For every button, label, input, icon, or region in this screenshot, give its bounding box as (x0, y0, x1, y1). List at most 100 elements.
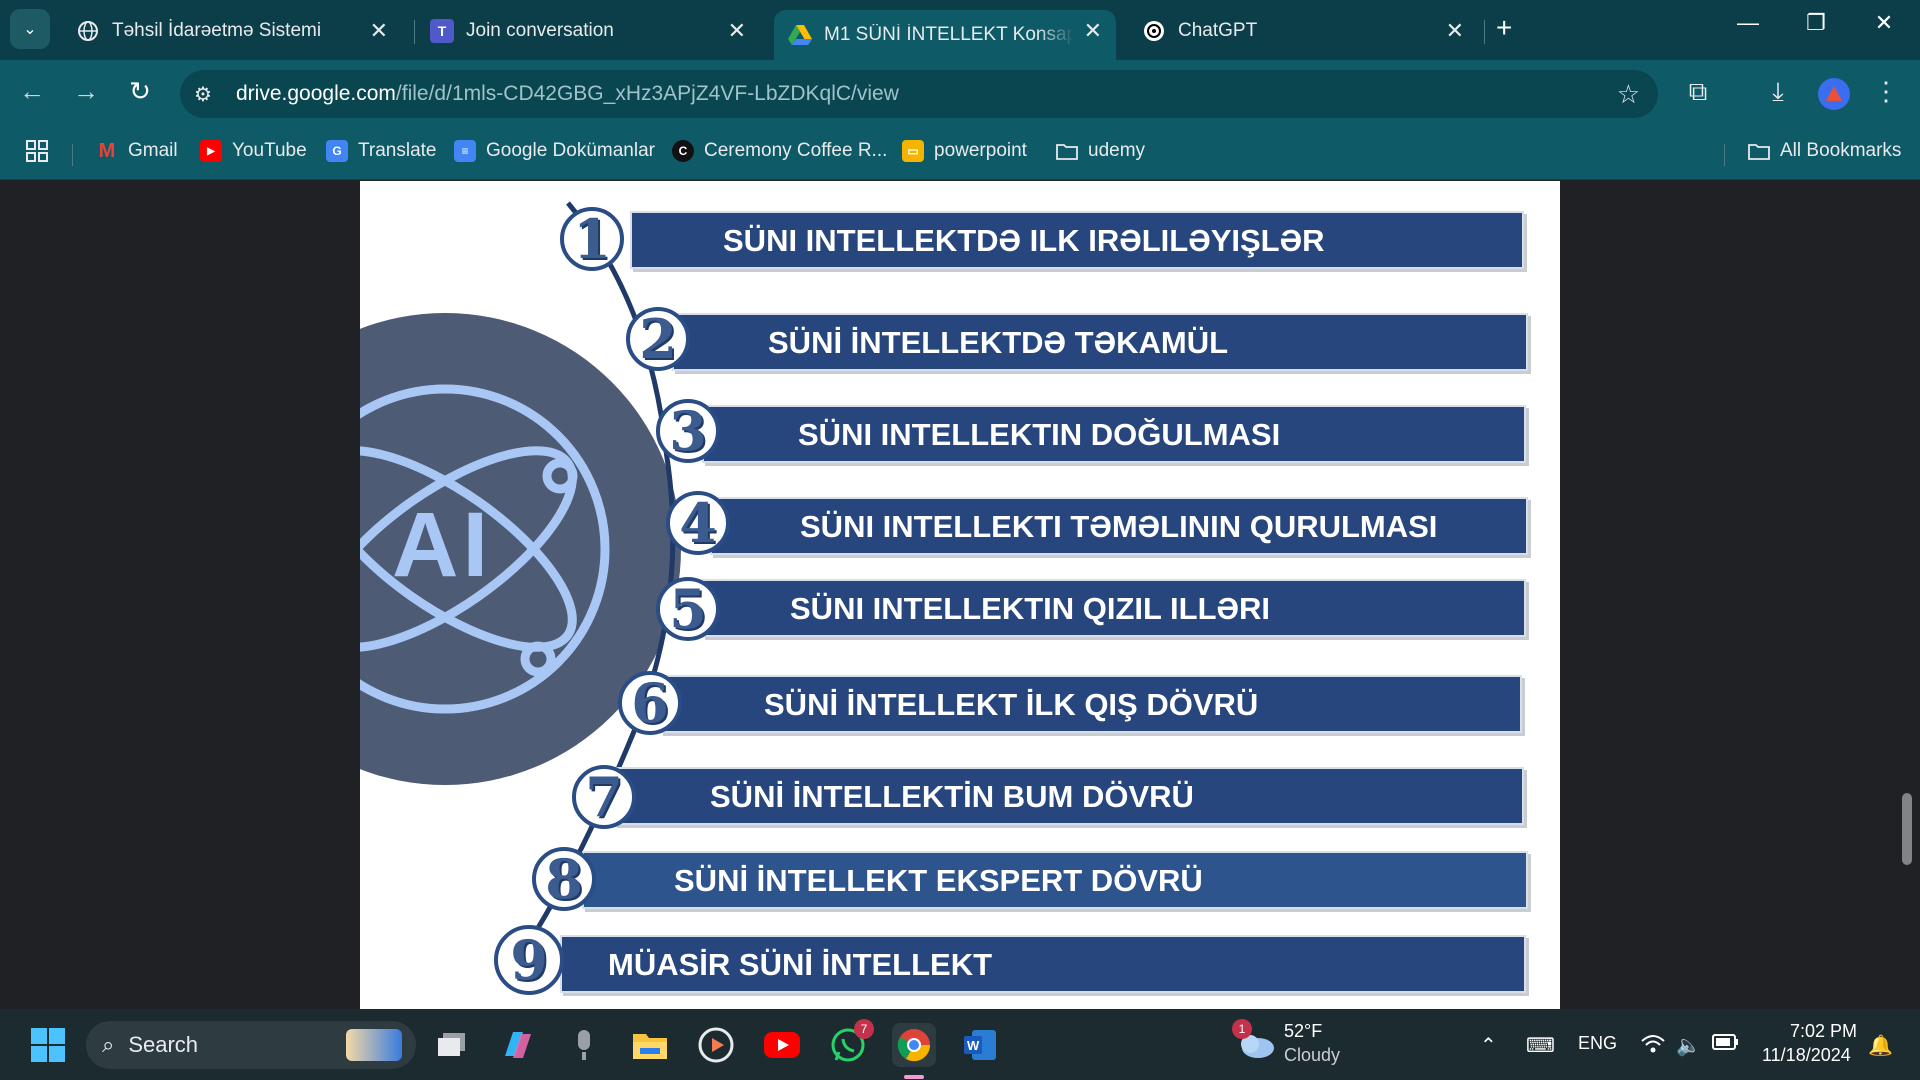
avatar-icon (1826, 86, 1842, 101)
word-icon[interactable]: W (958, 1023, 1002, 1067)
timeline-item-4-text: SÜNI INTELLEKTI TƏMƏLININ QURULMASI (800, 509, 1438, 544)
tab-title: Join conversation (466, 20, 614, 41)
battery-icon[interactable] (1712, 1033, 1740, 1057)
google-drive-icon (788, 23, 812, 47)
timeline-number-3: 3 (656, 399, 720, 463)
weather-cloudy-icon[interactable]: 1 (1232, 1019, 1278, 1067)
tab-divider (414, 20, 415, 44)
tab-title: M1 SÜNİ İNTELLEKT Konsapsiya (824, 24, 1074, 45)
taskbar-search[interactable]: ⌕ Search (86, 1021, 416, 1069)
timeline-item-6-text: SÜNİ İNTELLEKT İLK QIŞ DÖVRÜ (764, 687, 1259, 722)
tab-join-conversation[interactable]: T Join conversation ✕ (416, 10, 760, 52)
tab-title: ChatGPT (1178, 20, 1258, 41)
close-icon[interactable]: ✕ (370, 18, 388, 44)
apps-grid-icon[interactable] (26, 140, 48, 162)
bookmark-label: Gmail (128, 140, 178, 161)
bookmark-star-icon[interactable]: ☆ (1617, 79, 1640, 110)
globe-icon (76, 19, 100, 43)
extensions-icon[interactable]: ⧉ (1680, 76, 1716, 108)
bookmark-gmail[interactable]: M Gmail (96, 140, 178, 162)
tab-search-button[interactable]: ⌄ (10, 9, 50, 49)
youtube-icon: ▶ (200, 140, 222, 162)
timeline-number-9: 9 (494, 925, 564, 995)
site-settings-icon[interactable]: ⚙ (194, 82, 212, 107)
bookmark-label: udemy (1088, 140, 1146, 161)
youtube-app-icon[interactable] (760, 1023, 804, 1067)
restore-icon[interactable]: ❐ (1796, 10, 1836, 36)
bookmark-powerpoint[interactable]: ▭ powerpoint (902, 140, 1027, 162)
ai-logo-text: AI (392, 494, 492, 596)
bookmark-udemy[interactable]: udemy (1056, 140, 1145, 162)
volume-icon[interactable]: 🔈 (1676, 1033, 1701, 1058)
back-arrow-icon[interactable]: ← (14, 76, 50, 107)
url-text[interactable]: drive.google.com/file/d/1mls-CD42GBG_xHz… (236, 82, 899, 106)
bookmark-divider (72, 144, 73, 166)
translate-icon: G (326, 140, 348, 162)
close-icon[interactable]: ✕ (728, 18, 746, 44)
slide-page: AI SÜNI INTELLEKTDƏ ILK IRƏLILƏYIŞLƏR SÜ… (360, 181, 1560, 1009)
teams-icon: T (430, 19, 454, 43)
tab-tehsil[interactable]: Təhsil İdarəetmə Sistemi ✕ (62, 10, 402, 52)
chrome-active-indicator (904, 1075, 924, 1079)
weather-condition: Cloudy (1284, 1045, 1341, 1065)
whatsapp-badge: 7 (854, 1019, 874, 1039)
wifi-icon[interactable] (1640, 1033, 1666, 1061)
ceremony-icon: C (672, 140, 694, 162)
notification-bell-icon[interactable]: 🔔 (1868, 1033, 1893, 1058)
bookmark-divider (1724, 144, 1725, 166)
tab-chatgpt[interactable]: ChatGPT ✕ (1128, 10, 1478, 52)
language-indicator[interactable]: ENG (1578, 1033, 1617, 1054)
bookmark-label: YouTube (232, 140, 307, 161)
timeline-item-5-text: SÜNI INTELLEKTIN QIZIL ILLƏRI (790, 591, 1271, 626)
bookmark-google-dokumanlar[interactable]: ≡ Google Dokümanlar (454, 140, 655, 162)
file-explorer-icon[interactable] (628, 1023, 672, 1067)
chrome-icon[interactable] (892, 1023, 936, 1067)
slides-icon: ▭ (902, 140, 924, 162)
chevron-up-icon[interactable]: ⌃ (1480, 1033, 1497, 1058)
close-icon[interactable]: ✕ (1084, 18, 1102, 44)
whatsapp-icon[interactable]: 7 (826, 1019, 874, 1067)
bookmark-label: Translate (358, 140, 437, 161)
timeline-number-2: 2 (626, 307, 690, 371)
reload-icon[interactable]: ↻ (122, 76, 158, 107)
bookmark-translate[interactable]: G Translate (326, 140, 437, 162)
profile-avatar[interactable] (1818, 78, 1850, 110)
timeline-item-1-text: SÜNI INTELLEKTDƏ ILK IRƏLILƏYIŞLƏR (723, 223, 1325, 258)
docs-icon: ≡ (454, 140, 476, 162)
windows-taskbar: ⌕ Search 7 W 1 52°F Cloudy ⌃ ⌨ ENG 🔈 7:0… (0, 1009, 1920, 1080)
all-bookmarks-button[interactable]: All Bookmarks (1748, 140, 1901, 162)
gmail-icon: M (98, 139, 116, 162)
clock-date[interactable]: 11/18/2024 (1762, 1045, 1851, 1066)
close-icon[interactable]: ✕ (1446, 18, 1464, 44)
task-view-icon[interactable] (430, 1023, 474, 1067)
bookmark-label: powerpoint (934, 140, 1027, 161)
timeline-number-1: 1 (560, 207, 624, 271)
folder-icon (1748, 140, 1770, 162)
timeline-item-3-text: SÜNI INTELLEKTIN DOĞULMASI (798, 417, 1281, 452)
more-menu-icon[interactable]: ⋮ (1868, 76, 1904, 107)
minimize-icon[interactable]: — (1728, 10, 1768, 36)
bookmark-youtube[interactable]: ▶ YouTube (200, 140, 307, 162)
address-bar[interactable]: ⚙ drive.google.com/file/d/1mls-CD42GBG_x… (180, 70, 1658, 118)
bookmarks-bar: M Gmail ▶ YouTube G Translate ≡ Google D… (0, 128, 1920, 180)
svg-text:W: W (967, 1038, 980, 1053)
bookmark-ceremony-coffee[interactable]: C Ceremony Coffee R... (672, 140, 887, 162)
bookmark-label: Ceremony Coffee R... (704, 140, 888, 161)
timeline-item-2-text: SÜNİ İNTELLEKTDƏ TƏKAMÜL (768, 325, 1229, 360)
copilot-icon[interactable] (496, 1023, 540, 1067)
weather-badge: 1 (1232, 1019, 1252, 1039)
tab-divider (1484, 20, 1485, 44)
search-highlight-icon (346, 1029, 402, 1061)
clock-time[interactable]: 7:02 PM (1790, 1021, 1857, 1042)
tab-m1-suni-intellekt[interactable]: M1 SÜNİ İNTELLEKT Konsapsiya ✕ (774, 10, 1116, 60)
viewer-scrollbar[interactable] (1902, 793, 1912, 865)
media-player-icon[interactable] (694, 1023, 738, 1067)
keyboard-icon[interactable]: ⌨ (1526, 1033, 1555, 1058)
download-icon[interactable]: ⤓ (1760, 76, 1796, 108)
window-close-icon[interactable]: ✕ (1864, 10, 1904, 36)
microphone-app-icon[interactable] (562, 1023, 606, 1067)
windows-start-icon[interactable] (26, 1023, 70, 1067)
forward-arrow-icon[interactable]: → (68, 76, 104, 107)
timeline-number-4: 4 (666, 491, 730, 555)
new-tab-plus-icon[interactable]: + (1496, 12, 1512, 44)
